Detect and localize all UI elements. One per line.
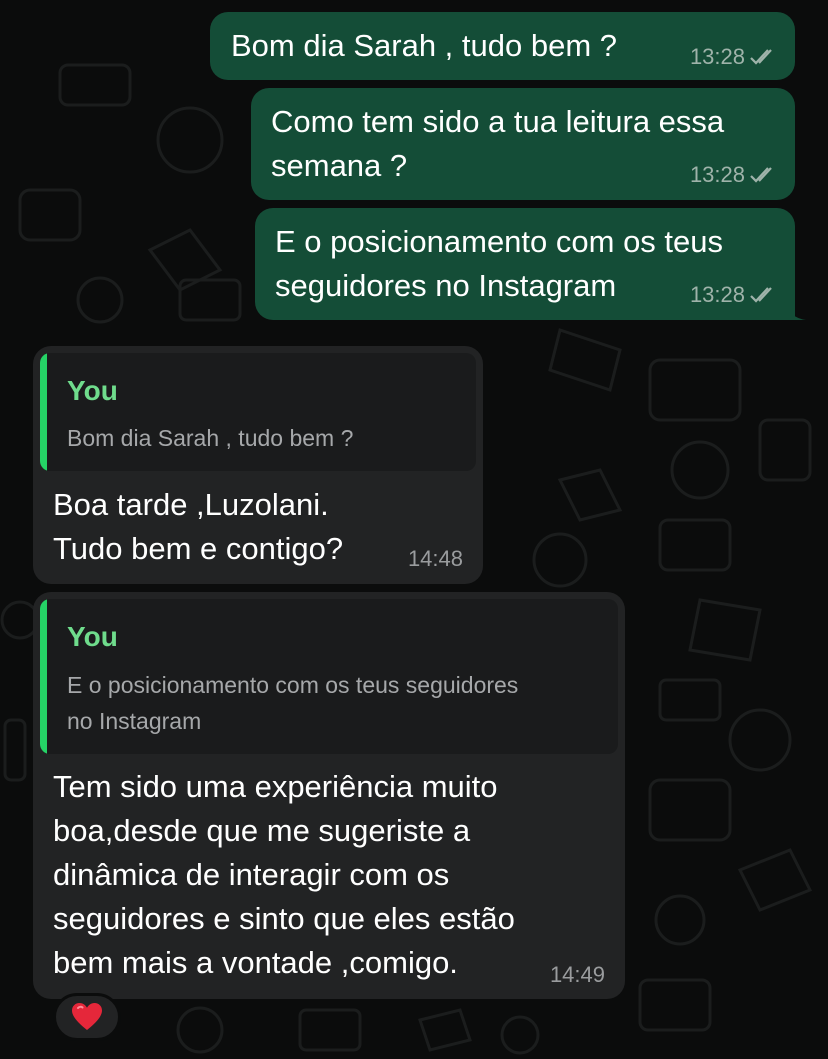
quote-line: E o posicionamento com os teus seguidore… bbox=[67, 672, 519, 698]
message-line: semana ? bbox=[271, 148, 408, 183]
message-line: E o posicionamento com os teus bbox=[275, 224, 724, 259]
message-meta: 14:48 bbox=[408, 546, 463, 572]
double-check-icon bbox=[750, 287, 772, 303]
double-check-icon bbox=[750, 167, 772, 183]
message-text: Tem sido uma experiência muito boa,desde… bbox=[53, 765, 515, 985]
message-text: Como tem sido a tua leitura essa semana … bbox=[271, 100, 724, 188]
message-meta: 13:28 bbox=[690, 162, 777, 188]
message-line: bem mais a vontade ,comigo. bbox=[53, 945, 458, 980]
quote-accent-bar bbox=[40, 353, 47, 471]
message-time: 13:28 bbox=[689, 162, 745, 187]
message-time: 13:28 bbox=[689, 44, 745, 69]
message-time: 13:28 bbox=[689, 282, 745, 307]
message-meta: 14:49 bbox=[550, 962, 605, 988]
quote-accent-bar bbox=[40, 599, 47, 754]
outgoing-message-2[interactable]: Como tem sido a tua leitura essa semana … bbox=[251, 88, 795, 200]
incoming-message-2[interactable]: You E o posicionamento com os teus segui… bbox=[33, 592, 625, 999]
message-time: 14:49 bbox=[549, 962, 605, 987]
message-line: dinâmica de interagir com os bbox=[53, 857, 450, 892]
message-meta: 13:28 bbox=[690, 282, 777, 308]
quote-line: no Instagram bbox=[67, 708, 202, 734]
heart-icon bbox=[72, 1003, 102, 1030]
message-line: Como tem sido a tua leitura essa bbox=[271, 104, 725, 139]
message-line: Boa tarde ,Luzolani. bbox=[53, 487, 329, 522]
message-line: Tudo bem e contigo? bbox=[53, 531, 344, 566]
outgoing-message-1[interactable]: Bom dia Sarah , tudo bem ? 13:28 bbox=[210, 12, 795, 80]
message-time: 14:48 bbox=[407, 546, 463, 571]
outgoing-message-3[interactable]: E o posicionamento com os teus seguidore… bbox=[255, 208, 795, 320]
quote-text: E o posicionamento com os teus seguidore… bbox=[67, 667, 518, 739]
message-text: Boa tarde ,Luzolani. Tudo bem e contigo? bbox=[53, 483, 343, 571]
message-line: seguidores e sinto que eles estão bbox=[53, 901, 515, 936]
bubble-tail bbox=[784, 302, 806, 320]
message-text: Bom dia Sarah , tudo bem ? bbox=[231, 28, 618, 63]
message-text: E o posicionamento com os teus seguidore… bbox=[275, 220, 723, 308]
message-line: seguidores no Instagram bbox=[275, 268, 617, 303]
message-line: Tem sido uma experiência muito bbox=[53, 769, 498, 804]
message-line: boa,desde que me sugeriste a bbox=[53, 813, 471, 848]
double-check-icon bbox=[750, 49, 772, 65]
quote-author: You bbox=[67, 375, 118, 406]
incoming-message-1[interactable]: You Bom dia Sarah , tudo bem ? Boa tarde… bbox=[33, 346, 483, 584]
quote-text: Bom dia Sarah , tudo bem ? bbox=[67, 425, 354, 451]
quoted-message[interactable]: You Bom dia Sarah , tudo bem ? bbox=[40, 353, 476, 471]
message-meta: 13:28 bbox=[690, 44, 777, 70]
message-reaction[interactable] bbox=[53, 993, 121, 1041]
quote-author: You bbox=[67, 621, 118, 652]
quoted-message[interactable]: You E o posicionamento com os teus segui… bbox=[40, 599, 618, 754]
